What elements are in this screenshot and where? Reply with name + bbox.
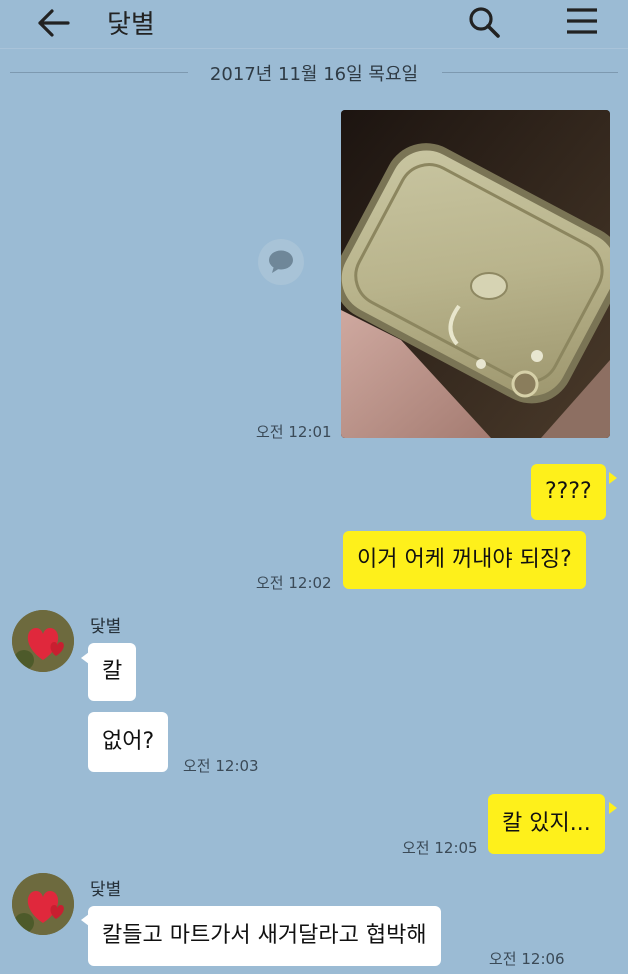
message-time: 오전 12:01: [256, 423, 332, 441]
friend-message-bubble[interactable]: 칼: [88, 643, 137, 701]
message-time: 오전 12:03: [183, 757, 259, 775]
sender-name: 닻별: [90, 880, 122, 900]
date-separator: 2017년 11월 16일 목요일: [0, 58, 628, 86]
bubble-tail: [609, 472, 617, 484]
avatar[interactable]: [12, 873, 74, 935]
avatar[interactable]: [12, 610, 74, 672]
divider: [442, 72, 618, 73]
friend-message-bubble[interactable]: 칼들고 마트가서 새거달라고 협박해: [88, 906, 441, 966]
sender-name: 닻별: [90, 617, 122, 637]
my-message-bubble[interactable]: ????: [531, 464, 606, 520]
bubble-tail: [81, 914, 89, 926]
bubble-tail: [609, 802, 617, 814]
my-message-bubble[interactable]: 칼 있지...: [488, 794, 605, 854]
share-bubble-icon[interactable]: [258, 239, 304, 285]
tin-can-photo: [341, 110, 610, 438]
chat-title: 닻별: [107, 10, 155, 40]
heart-icon: [12, 610, 74, 672]
hamburger-menu-icon[interactable]: [563, 4, 601, 40]
heart-icon: [12, 873, 74, 935]
message-time: 오전 12:02: [256, 574, 332, 592]
message-time: 오전 12:06: [489, 950, 565, 968]
bubble-tail: [81, 652, 89, 664]
date-text: 2017년 11월 16일 목요일: [209, 64, 419, 85]
search-icon[interactable]: [466, 4, 502, 40]
friend-message-bubble[interactable]: 없어?: [88, 712, 169, 772]
photo-message[interactable]: [341, 110, 610, 438]
message-time: 오전 12:05: [402, 839, 478, 857]
chat-header: 닻별: [0, 0, 628, 49]
arrow-left-icon[interactable]: [34, 6, 74, 40]
speech-bubble-icon: [269, 250, 293, 273]
my-message-bubble[interactable]: 이거 어케 꺼내야 되징?: [343, 531, 586, 589]
